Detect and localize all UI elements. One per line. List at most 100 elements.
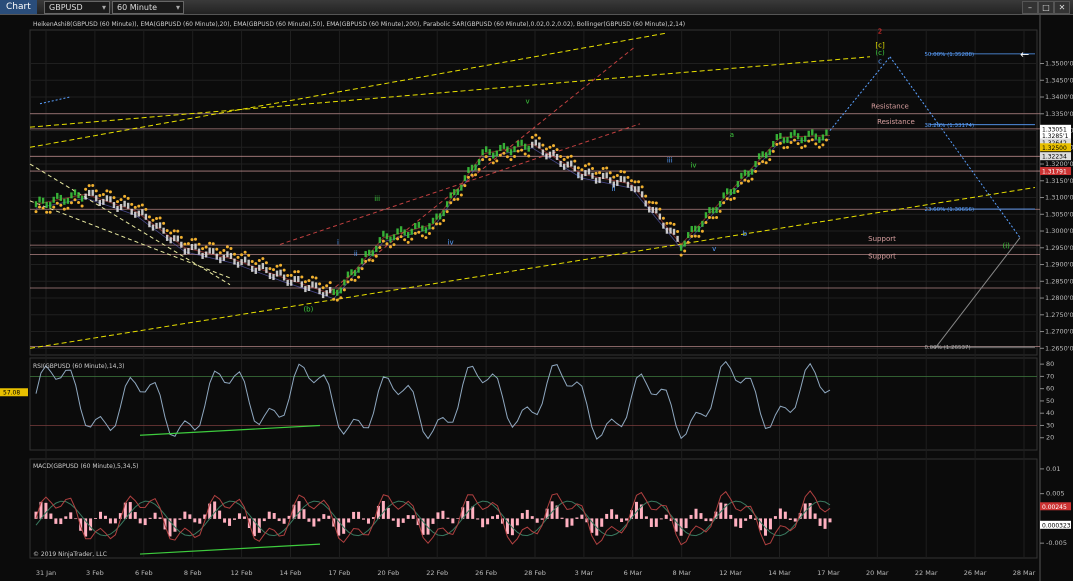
sar-dot [757, 162, 761, 166]
macd-histogram-bar [476, 518, 480, 520]
ha-candle [456, 188, 460, 195]
wave-label: v [712, 245, 716, 253]
sar-dot [105, 189, 109, 193]
ha-candle [293, 276, 296, 283]
sar-dot [651, 201, 655, 205]
ha-candle [180, 241, 183, 248]
sar-dot [243, 250, 247, 254]
macd-histogram-bar [684, 518, 688, 529]
sar-dot [413, 231, 417, 235]
ha-candle [757, 153, 761, 160]
sar-dot [630, 179, 633, 183]
macd-value-tag: 0.00245 [1042, 504, 1067, 511]
sar-dot [190, 238, 194, 242]
sar-dot [101, 192, 105, 196]
ha-candle [467, 167, 470, 174]
ha-candle [477, 159, 481, 166]
sar-dot [112, 196, 116, 200]
ha-candle [95, 195, 98, 202]
minimize-button[interactable]: – [1022, 1, 1038, 14]
sar-dot [403, 238, 407, 242]
ha-candle [201, 252, 204, 259]
panel-frame [29, 29, 1038, 356]
sar-dot [293, 270, 297, 274]
ha-candle [290, 279, 293, 286]
rsi-tick-label: 50 [1046, 397, 1054, 405]
ha-candle [251, 265, 254, 272]
macd-histogram-bar [654, 518, 658, 527]
macd-histogram-bar [496, 514, 500, 519]
macd-histogram-bar [401, 518, 405, 523]
ha-candle [463, 175, 467, 182]
ha-candle [704, 212, 708, 219]
ha-candle [488, 149, 491, 156]
sar-dot [339, 296, 343, 300]
ha-candle [789, 132, 793, 139]
close-button[interactable]: ✕ [1054, 1, 1070, 14]
macd-histogram-bar [352, 511, 356, 519]
sar-dot [417, 230, 421, 234]
ha-candle [410, 228, 413, 235]
ha-candle [811, 129, 814, 136]
rsi-tick-label: 60 [1046, 385, 1054, 393]
macd-histogram-bar [793, 518, 797, 522]
ha-candle [743, 169, 747, 176]
ha-candle [102, 198, 105, 205]
sar-dot [321, 286, 325, 290]
price-tick-label: 1.2750'0 [1045, 311, 1073, 319]
macd-histogram-bar [406, 515, 410, 519]
sar-dot [785, 145, 789, 149]
ha-candle [619, 175, 623, 182]
ha-candle [371, 250, 374, 257]
macd-histogram-bar [213, 501, 217, 519]
ha-candle [562, 163, 566, 170]
ha-candle [187, 248, 190, 255]
sar-dot [778, 141, 782, 145]
sar-dot [534, 133, 538, 137]
sar-dot [264, 261, 268, 265]
sar-dot [449, 201, 453, 205]
macd-histogram-bar [233, 518, 236, 520]
sar-dot [732, 196, 736, 200]
sar-dot [793, 138, 797, 142]
sar-dot [420, 234, 424, 238]
timeframe-select[interactable]: 60 Minute [112, 1, 184, 14]
sar-dot [484, 155, 488, 159]
sar-dot [612, 175, 616, 179]
ha-candle [687, 232, 690, 239]
macd-histogram-bar [54, 518, 58, 524]
macd-histogram-bar [282, 518, 286, 524]
sar-dot [661, 216, 665, 220]
sar-dot [594, 171, 598, 175]
macd-histogram-bar [704, 518, 708, 522]
macd-histogram-bar [744, 518, 748, 521]
ha-candle [580, 174, 584, 181]
sar-dot [789, 141, 793, 145]
chart-canvas[interactable]: Resistance Resistance Support Support 50.00%… [0, 15, 1073, 581]
ha-candle [279, 269, 282, 276]
ha-candle [669, 227, 672, 234]
fib-label: 23.60% (1.30656) [924, 207, 974, 213]
maximize-button[interactable]: □ [1038, 1, 1054, 14]
ha-candle [492, 152, 495, 159]
macd-histogram-bar [768, 518, 772, 530]
macd-histogram-bar [778, 508, 782, 519]
instrument-select[interactable]: GBPUSD [44, 1, 110, 14]
ha-candle [495, 150, 499, 157]
chart-tab[interactable]: Chart [0, 0, 37, 14]
macd-histogram-bar [649, 518, 653, 527]
sar-dot [445, 210, 449, 214]
sar-dot [477, 167, 481, 171]
macd-histogram-bar [813, 513, 817, 519]
sar-dot [452, 197, 456, 201]
time-tick-label: 26 Feb [475, 569, 497, 577]
ha-candle [226, 251, 229, 258]
sar-dot [516, 149, 520, 153]
sar-dot [215, 247, 219, 251]
ha-candle [261, 263, 265, 270]
ha-candle [814, 133, 818, 140]
ha-candle [190, 244, 194, 251]
sar-dot [810, 138, 814, 142]
sar-dot [41, 206, 45, 210]
wave-label: iv [690, 161, 696, 169]
